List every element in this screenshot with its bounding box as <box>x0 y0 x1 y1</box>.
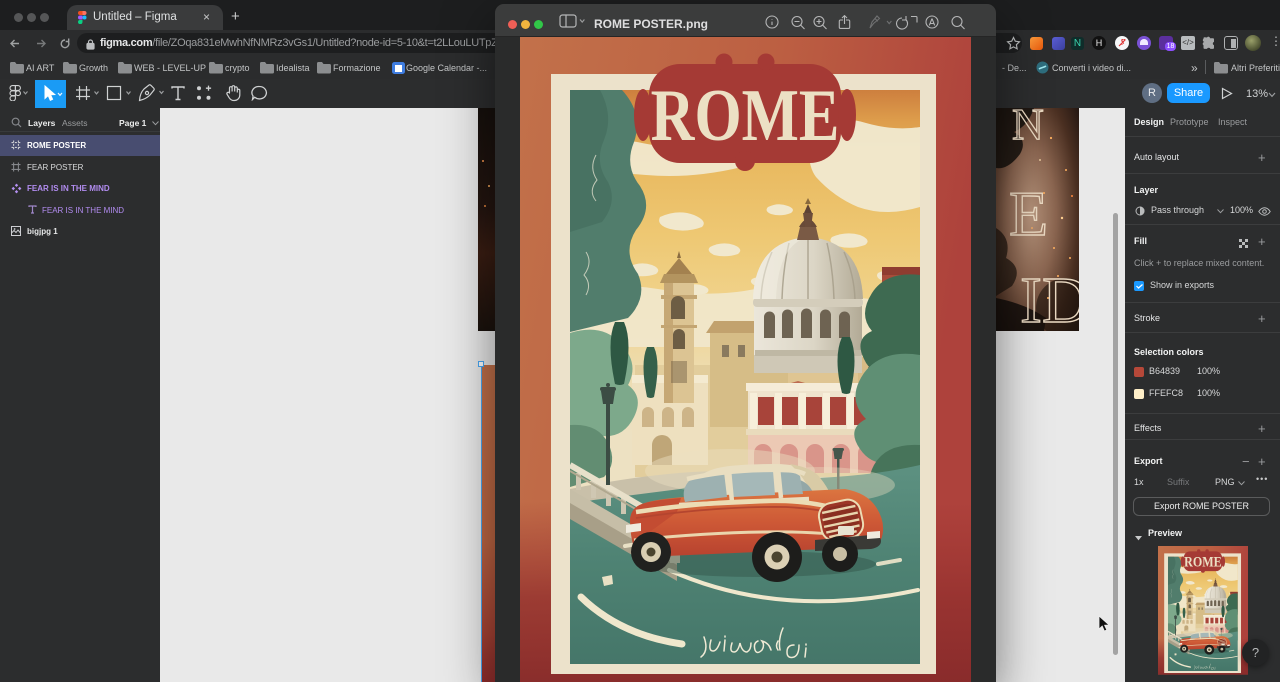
svg-text:E: E <box>1009 178 1048 249</box>
svg-text:N: N <box>1012 108 1044 149</box>
svg-text:ROME: ROME <box>651 74 840 156</box>
svg-text:ID: ID <box>1020 264 1079 331</box>
